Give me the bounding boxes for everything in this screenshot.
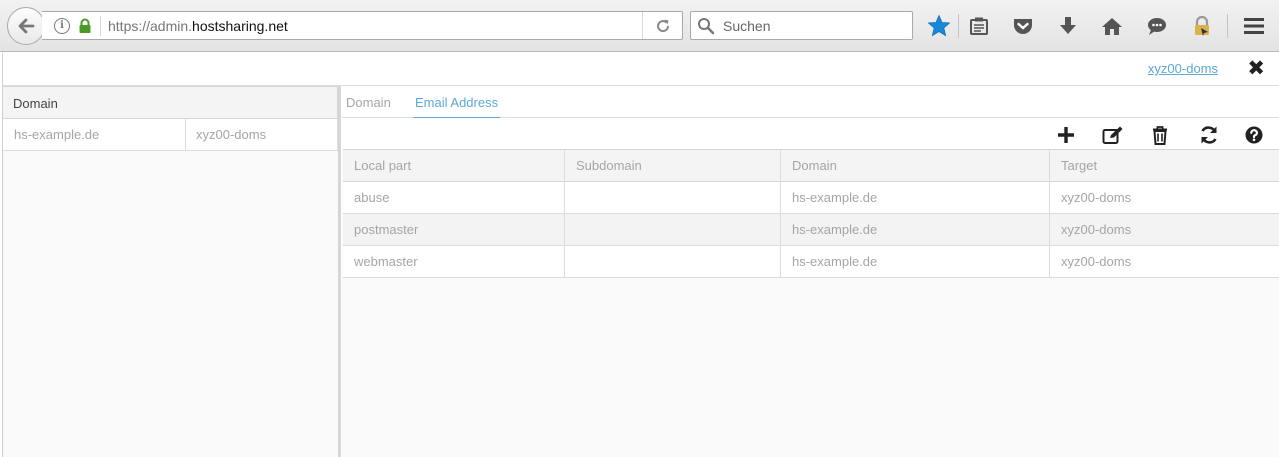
domain-cell: hs-example.de (781, 182, 1050, 213)
back-button[interactable] (7, 7, 45, 45)
tab-email-address[interactable]: Email Address (413, 95, 501, 118)
table-header: Local part Subdomain Domain Target (343, 150, 1279, 182)
help-icon (1245, 126, 1263, 144)
add-button[interactable] (1054, 123, 1078, 147)
domain-column-header[interactable]: Domain (3, 86, 338, 119)
domain-cell: hs-example.de (3, 119, 186, 150)
column-header-local-part[interactable]: Local part (343, 150, 565, 181)
url-domain: hostsharing.net (192, 18, 288, 34)
list-item[interactable]: hs-example.de xyz00-doms (3, 119, 338, 151)
lock-icon[interactable] (78, 18, 92, 34)
search-placeholder: Suchen (723, 18, 771, 34)
app-header: xyz00-doms ✖ (2, 53, 1279, 86)
column-header-target[interactable]: Target (1050, 150, 1279, 181)
target-cell: xyz00-doms (1061, 254, 1132, 269)
help-button[interactable] (1242, 123, 1266, 147)
domain-cell: hs-example.de (781, 214, 1050, 245)
bookmark-star-button[interactable] (925, 12, 953, 40)
subdomain-cell (565, 182, 781, 213)
chat-button[interactable] (1143, 12, 1171, 40)
plus-icon (1058, 127, 1074, 143)
browser-toolbar: i https://admin.hostsharing.net Suchen (0, 0, 1279, 52)
user-account-link[interactable]: xyz00-doms (1148, 61, 1218, 76)
action-toolbar (342, 118, 1279, 150)
search-icon (698, 18, 715, 35)
email-address-table: Local part Subdomain Domain Target abuse… (343, 149, 1279, 278)
subdomain-cell (565, 214, 781, 245)
delete-button[interactable] (1148, 123, 1172, 147)
toolbar-separator (1227, 14, 1228, 38)
refresh-button[interactable] (1197, 123, 1221, 147)
target-cell: xyz00-doms (1061, 190, 1132, 205)
downloads-button[interactable] (1054, 12, 1082, 40)
url-bar[interactable]: i https://admin.hostsharing.net (42, 11, 683, 40)
column-header-subdomain[interactable]: Subdomain (565, 150, 781, 181)
domain-list-panel: Domain hs-example.de xyz00-doms (2, 86, 341, 457)
star-icon (927, 14, 951, 37)
bookmarks-menu-button[interactable] (965, 12, 993, 40)
url-text[interactable]: https://admin.hostsharing.net (108, 18, 288, 34)
tab-bar: Domain Email Address (342, 86, 1279, 118)
menu-button[interactable] (1240, 12, 1268, 40)
edit-button[interactable] (1101, 123, 1125, 147)
clipboard-icon (970, 17, 988, 35)
home-button[interactable] (1098, 12, 1126, 40)
tab-domain[interactable]: Domain (344, 95, 393, 117)
detail-panel: Domain Email Address Local part Subdomai… (342, 86, 1279, 457)
hamburger-menu-icon (1244, 18, 1264, 34)
table-row[interactable]: abuse hs-example.de xyz00-doms (343, 182, 1279, 214)
padlock-extension-icon (1195, 15, 1209, 36)
close-icon[interactable]: ✖ (1247, 58, 1265, 80)
download-arrow-icon (1060, 17, 1076, 34)
search-bar[interactable]: Suchen (690, 11, 913, 40)
reload-button[interactable] (642, 12, 682, 39)
pocket-icon (1014, 19, 1032, 34)
local-part-cell: webmaster (343, 246, 565, 277)
table-row[interactable]: postmaster hs-example.de xyz00-doms (343, 214, 1279, 246)
back-arrow-icon (18, 18, 35, 34)
column-header-domain[interactable]: Domain (781, 150, 1050, 181)
table-row[interactable]: webmaster hs-example.de xyz00-doms (343, 246, 1279, 278)
info-icon[interactable]: i (54, 18, 70, 34)
url-separator (100, 16, 101, 36)
pocket-button[interactable] (1009, 12, 1037, 40)
refresh-icon (1201, 126, 1217, 144)
url-prefix: https://admin. (108, 18, 193, 34)
toolbar-separator (958, 14, 959, 38)
chat-bubble-icon (1148, 18, 1166, 35)
trash-icon (1153, 125, 1167, 145)
subdomain-cell (565, 246, 781, 277)
owner-cell: xyz00-doms (196, 127, 267, 142)
extension-button[interactable] (1188, 12, 1216, 40)
reload-icon (656, 19, 669, 32)
local-part-cell: abuse (343, 182, 565, 213)
domain-cell: hs-example.de (781, 246, 1050, 277)
local-part-cell: postmaster (343, 214, 565, 245)
home-icon (1102, 18, 1122, 35)
edit-icon (1102, 126, 1123, 144)
target-cell: xyz00-doms (1061, 222, 1132, 237)
